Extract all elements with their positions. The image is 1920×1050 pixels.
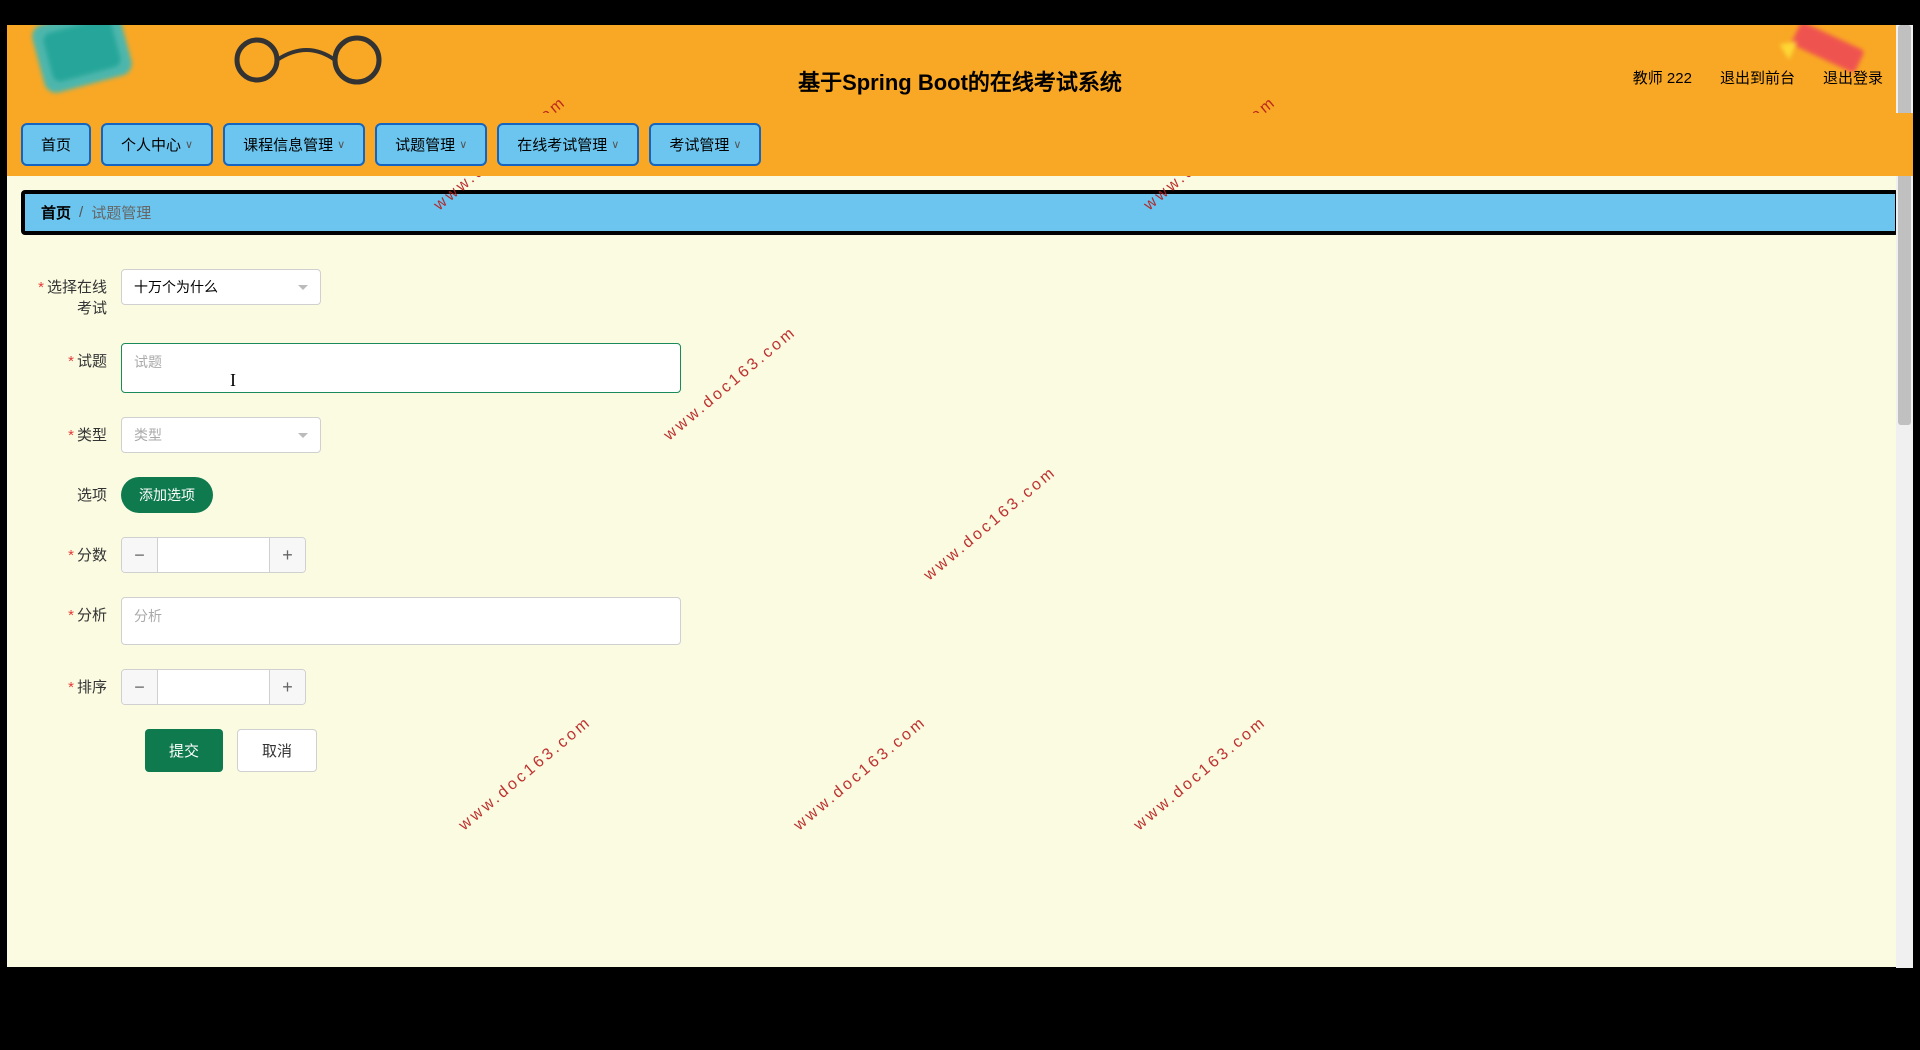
chevron-down-icon: ∨ xyxy=(733,138,741,151)
decoration-earphone-icon xyxy=(227,30,427,90)
nav-course[interactable]: 课程信息管理 ∨ xyxy=(223,123,365,166)
main-nav: 首页 个人中心 ∨ 课程信息管理 ∨ 试题管理 ∨ 在线考试管理 ∨ 考试管理 ∨ xyxy=(7,113,1913,176)
breadcrumb-home[interactable]: 首页 xyxy=(41,202,71,223)
nav-personal-label: 个人中心 xyxy=(121,134,181,155)
nav-exam-online[interactable]: 在线考试管理 ∨ xyxy=(497,123,639,166)
type-select[interactable]: 类型 xyxy=(121,417,321,453)
sort-plus-button[interactable]: + xyxy=(269,669,305,705)
chevron-down-icon: ∨ xyxy=(611,138,619,151)
app-title: 基于Spring Boot的在线考试系统 xyxy=(798,65,1122,97)
exam-select[interactable]: 十万个为什么 xyxy=(121,269,321,305)
nav-home-label: 首页 xyxy=(41,134,71,155)
score-plus-button[interactable]: + xyxy=(269,537,305,573)
nav-exam-online-label: 在线考试管理 xyxy=(517,134,607,155)
chevron-down-icon: ∨ xyxy=(185,138,193,151)
chevron-down-icon: ∨ xyxy=(459,138,467,151)
nav-home[interactable]: 首页 xyxy=(21,123,91,166)
decoration-pad-icon xyxy=(27,25,177,105)
add-option-button[interactable]: 添加选项 xyxy=(121,477,213,513)
sort-minus-button[interactable]: − xyxy=(122,669,158,705)
question-placeholder: 试题 xyxy=(134,354,162,370)
cancel-button[interactable]: 取消 xyxy=(237,729,317,772)
type-label: *类型 xyxy=(31,417,121,446)
breadcrumb-current: 试题管理 xyxy=(91,202,151,223)
chevron-down-icon: ∨ xyxy=(337,138,345,151)
question-textarea[interactable]: 试题 I xyxy=(121,343,681,393)
user-role-label[interactable]: 教师 222 xyxy=(1633,67,1692,88)
breadcrumb-separator: / xyxy=(79,204,83,221)
question-label: *试题 xyxy=(31,343,121,372)
text-cursor-icon: I xyxy=(230,370,236,391)
sort-stepper[interactable]: − + xyxy=(121,669,306,705)
nav-question-label: 试题管理 xyxy=(395,134,455,155)
type-placeholder: 类型 xyxy=(134,425,162,445)
score-label: *分数 xyxy=(31,537,121,566)
exam-select-label: *选择在线考试 xyxy=(31,269,121,319)
analysis-label: *分析 xyxy=(31,597,121,626)
exam-select-value: 十万个为什么 xyxy=(134,277,218,297)
breadcrumb: 首页 / 试题管理 xyxy=(21,190,1899,235)
score-stepper[interactable]: − + xyxy=(121,537,306,573)
nav-question[interactable]: 试题管理 ∨ xyxy=(375,123,487,166)
analysis-placeholder: 分析 xyxy=(134,608,162,624)
submit-button[interactable]: 提交 xyxy=(145,729,223,772)
sort-label: *排序 xyxy=(31,669,121,698)
nav-personal[interactable]: 个人中心 ∨ xyxy=(101,123,213,166)
back-to-front-link[interactable]: 退出到前台 xyxy=(1720,67,1795,88)
analysis-textarea[interactable]: 分析 xyxy=(121,597,681,645)
logout-link[interactable]: 退出登录 xyxy=(1823,67,1883,88)
scrollbar-thumb[interactable] xyxy=(1898,25,1911,425)
option-label: 选项 xyxy=(31,477,121,506)
nav-course-label: 课程信息管理 xyxy=(243,134,333,155)
nav-exam[interactable]: 考试管理 ∨ xyxy=(649,123,761,166)
question-form: *选择在线考试 十万个为什么 *试题 试题 I *类型 类型 选项 xyxy=(7,249,1913,792)
nav-exam-label: 考试管理 xyxy=(669,134,729,155)
score-minus-button[interactable]: − xyxy=(122,537,158,573)
